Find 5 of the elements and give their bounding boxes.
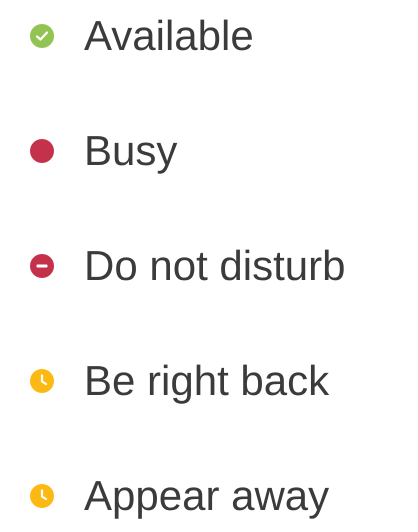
status-label[interactable]: Busy [84,130,178,172]
status-label[interactable]: Do not disturb [84,245,346,287]
status-label[interactable]: Available [84,15,254,57]
status-label[interactable]: Appear away [84,475,330,517]
status-label[interactable]: Be right back [84,360,330,402]
